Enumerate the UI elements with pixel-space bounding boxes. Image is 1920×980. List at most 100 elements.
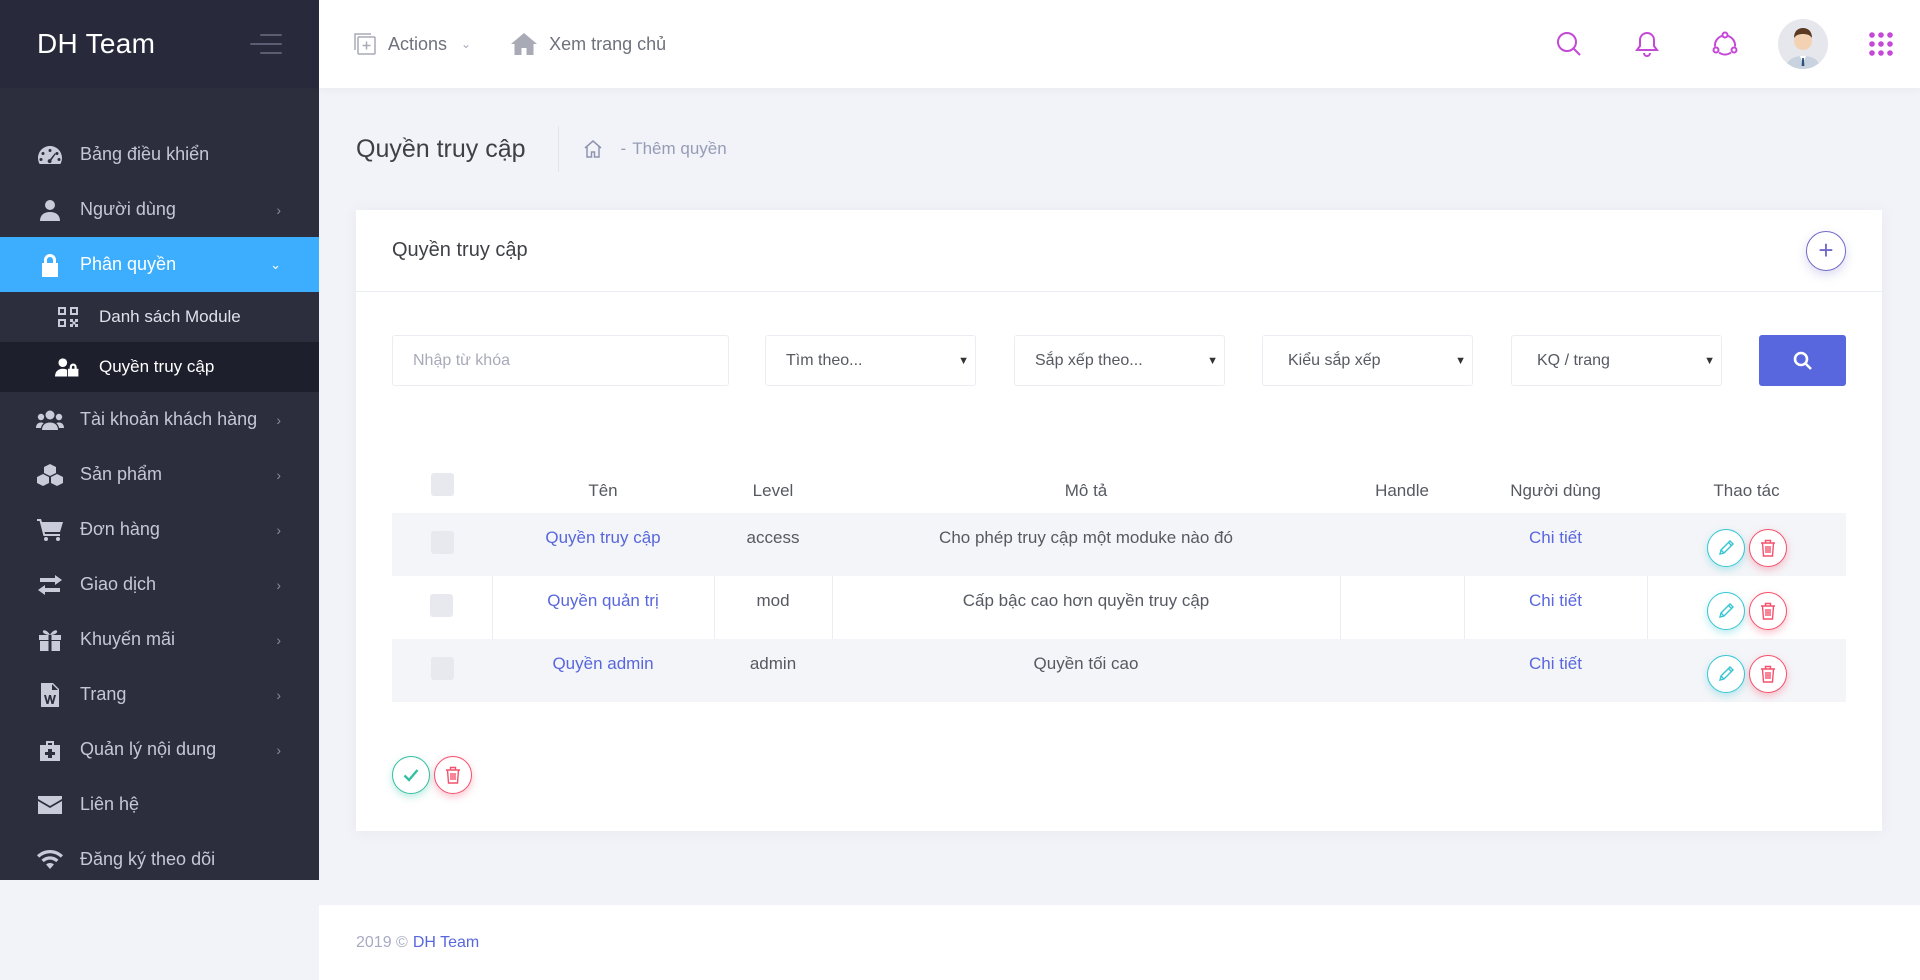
column-header[interactable]: Handle <box>1340 460 1464 513</box>
footer: 2019 © DH Team <box>319 905 1920 980</box>
permissions-table: Tên Level Mô tả Handle Người dùng Thao t… <box>392 460 1846 702</box>
filter-bar: Nhập từ khóa Tìm theo... ▼ Sắp xếp theo.… <box>392 335 1846 386</box>
share-icon[interactable] <box>1686 31 1764 57</box>
sidebar-item-label: Tài khoản khách hàng <box>80 409 258 429</box>
word-file-icon <box>36 682 64 707</box>
bulk-delete-button[interactable] <box>434 756 472 794</box>
permission-name-link[interactable]: Quyền quản trị <box>547 591 659 610</box>
actions-cell <box>1647 639 1846 702</box>
edit-button[interactable] <box>1706 592 1745 630</box>
user-avatar[interactable] <box>1778 19 1828 69</box>
column-header[interactable]: Tên <box>492 460 714 513</box>
home-icon <box>511 33 538 55</box>
select-all-checkbox[interactable] <box>430 473 454 496</box>
users-icon <box>36 408 64 432</box>
permission-name-link[interactable]: Quyền admin <box>552 654 653 673</box>
edit-button[interactable] <box>1706 529 1745 567</box>
chevron-right-icon: › <box>276 631 281 648</box>
sidebar-item-users[interactable]: Người dùng › <box>0 182 319 237</box>
trash-icon <box>446 766 460 784</box>
row-checkbox[interactable] <box>430 594 454 617</box>
sidebar-subitem-access[interactable]: Quyền truy cập <box>0 342 319 392</box>
sort-type-select[interactable]: Kiểu sắp xếp ▼ <box>1262 335 1473 386</box>
users-detail-link[interactable]: Chi tiết <box>1529 591 1582 610</box>
keyword-input[interactable]: Nhập từ khóa <box>392 335 729 386</box>
edit-button[interactable] <box>1706 655 1745 693</box>
sidebar-item-label: Phân quyền <box>80 254 177 274</box>
table-row: Quyền quản trị mod Cấp bậc cao hơn quyền… <box>392 576 1846 639</box>
sidebar-item-label: Giao dịch <box>80 574 157 594</box>
sidebar-toggle-icon[interactable] <box>250 34 282 54</box>
per-page-select[interactable]: KQ / trang ▼ <box>1511 335 1722 386</box>
breadcrumb-link[interactable]: Thêm quyền <box>632 139 727 159</box>
search-icon[interactable] <box>1530 31 1608 57</box>
name-cell: Quyền truy cập <box>492 513 714 576</box>
sidebar-subitem-module-list[interactable]: Danh sách Module <box>0 292 319 342</box>
description-cell: Cho phép truy cập một moduke nào đó <box>832 513 1340 576</box>
row-checkbox[interactable] <box>430 531 454 554</box>
sidebar-item-label: Quản lý nội dung <box>80 739 217 759</box>
sidebar-item-orders[interactable]: Đơn hàng › <box>0 502 319 557</box>
description-cell: Quyền tối cao <box>832 639 1340 702</box>
sidebar-item-products[interactable]: Sản phẩm › <box>0 447 319 502</box>
delete-button[interactable] <box>1748 529 1787 567</box>
sort-by-select[interactable]: Sắp xếp theo... ▼ <box>1014 335 1225 386</box>
sidebar-item-dashboard[interactable]: Bảng điều khiển <box>0 127 319 182</box>
name-cell: Quyền quản trị <box>491 576 714 639</box>
column-header[interactable]: Người dùng <box>1464 460 1647 513</box>
row-select-cell <box>392 639 492 702</box>
select-value: Sắp xếp theo... <box>1035 351 1143 369</box>
search-by-select[interactable]: Tìm theo... ▼ <box>765 335 976 386</box>
sidebar-item-content[interactable]: Quản lý nội dung › <box>0 722 319 777</box>
envelope-icon <box>36 793 64 817</box>
users-detail-link[interactable]: Chi tiết <box>1529 528 1582 547</box>
sidebar-item-pages[interactable]: Trang › <box>0 667 319 722</box>
search-button[interactable] <box>1759 335 1846 386</box>
permission-name-link[interactable]: Quyền truy cập <box>545 528 660 547</box>
portlet-title: Quyền truy cập <box>392 239 528 261</box>
users-cell: Chi tiết <box>1464 513 1647 576</box>
permissions-portlet: Quyền truy cập + Nhập từ khóa Tìm theo..… <box>356 210 1882 831</box>
view-homepage-label: Xem trang chủ <box>549 33 667 54</box>
actions-dropdown[interactable]: Actions ⌄ <box>354 33 471 55</box>
sidebar-item-label: Người dùng <box>80 199 176 219</box>
column-header[interactable]: Level <box>714 460 832 513</box>
users-detail-link[interactable]: Chi tiết <box>1529 654 1582 673</box>
sidebar-item-contact[interactable]: Liên hệ <box>0 777 319 832</box>
trash-icon <box>1760 539 1775 557</box>
column-header: Thao tác <box>1713 481 1780 500</box>
delete-button[interactable] <box>1748 592 1787 630</box>
chevron-right-icon: › <box>276 201 281 218</box>
column-header[interactable]: Mô tả <box>832 460 1340 513</box>
apps-grid-icon[interactable] <box>1842 31 1920 57</box>
trash-icon <box>1760 665 1775 683</box>
table-row: Quyền admin admin Quyền tối cao Chi tiết <box>392 639 1846 702</box>
sidebar-item-label: Khuyến mãi <box>80 629 176 649</box>
level-cell: access <box>714 513 832 576</box>
sidebar-item-permissions[interactable]: Phân quyền ⌄ <box>0 237 319 292</box>
row-checkbox[interactable] <box>430 657 454 680</box>
plus-icon: + <box>1818 235 1834 265</box>
add-button[interactable]: + <box>1806 230 1846 271</box>
select-value: Kiểu sắp xếp <box>1288 351 1381 369</box>
breadcrumb-home-icon[interactable] <box>583 139 603 159</box>
sidebar-item-label: Bảng điều khiển <box>80 144 210 164</box>
bell-icon[interactable] <box>1608 31 1686 57</box>
footer-brand-link[interactable]: DH Team <box>413 934 479 952</box>
sidebar-item-promotions[interactable]: Khuyến mãi › <box>0 612 319 667</box>
description-cell: Cấp bậc cao hơn quyền truy cập <box>831 576 1340 639</box>
level-cell: admin <box>714 639 832 702</box>
delete-button[interactable] <box>1748 655 1787 693</box>
sidebar-item-subscriptions[interactable]: Đăng ký theo dõi <box>0 832 319 887</box>
qrcode-icon <box>55 305 81 329</box>
handle-cell <box>1339 576 1464 639</box>
caret-down-icon: ▼ <box>1704 354 1715 367</box>
sidebar-item-customer-accounts[interactable]: Tài khoản khách hàng › <box>0 392 319 447</box>
view-homepage-link[interactable]: Xem trang chủ <box>511 33 666 55</box>
sidebar-item-transactions[interactable]: Giao dịch › <box>0 557 319 612</box>
level-cell: mod <box>713 576 832 639</box>
portlet-head: Quyền truy cập + <box>356 210 1882 292</box>
bulk-confirm-button[interactable] <box>392 756 430 794</box>
brand-name[interactable]: DH Team <box>37 28 155 60</box>
chevron-right-icon: › <box>276 411 281 428</box>
